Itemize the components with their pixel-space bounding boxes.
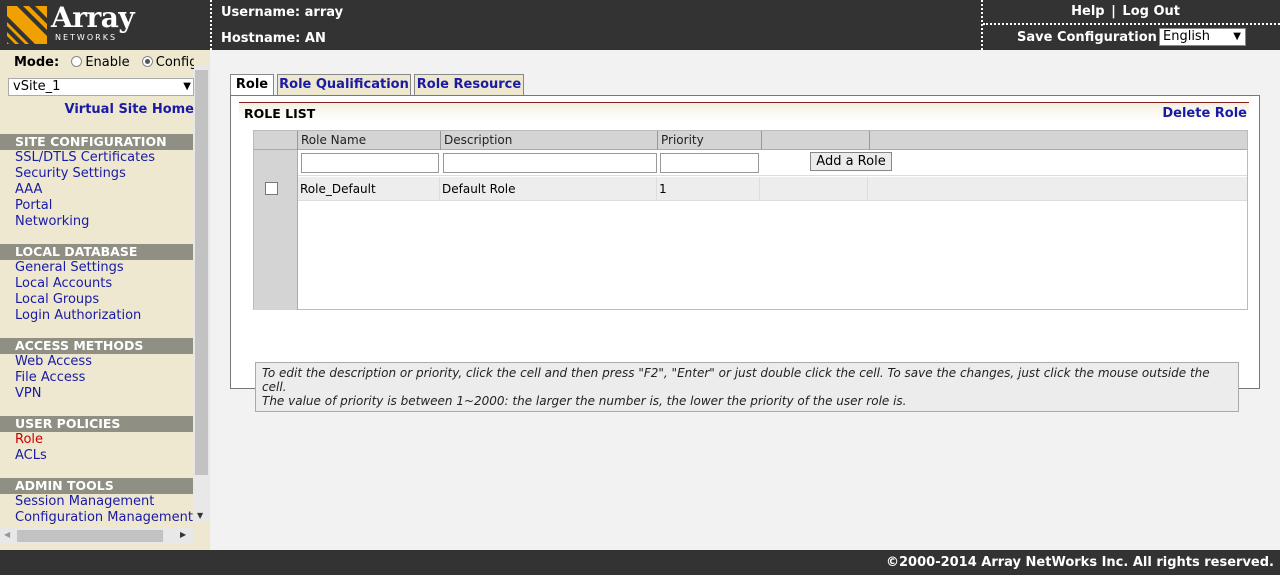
table-row[interactable]: Role_Default Default Role 1	[298, 177, 1247, 201]
footer: ©2000-2014 Array NetWorks Inc. All right…	[0, 550, 1280, 575]
role-panel: ROLE LIST Delete Role Role Name Descript…	[230, 95, 1260, 412]
nav-item-session-management[interactable]: Session Management	[0, 494, 193, 510]
tab-role[interactable]: Role	[230, 74, 274, 96]
help-note-line: To edit the description or priority, cli…	[262, 366, 1210, 394]
role-grid: Role Name Description Priority Add a Rol…	[253, 130, 1248, 310]
logo-wordmark: Array	[51, 1, 135, 34]
virtual-site-home-link[interactable]: Virtual Site Home	[65, 102, 194, 117]
nav-item-configuration-management[interactable]: Configuration Management	[0, 510, 193, 526]
row-checkbox[interactable]	[265, 182, 278, 195]
new-role-row: Add a Role	[298, 150, 1247, 176]
new-role-description-input[interactable]	[443, 153, 657, 173]
header-divider-left	[210, 0, 212, 50]
username-label: Username: array	[221, 5, 344, 20]
nav-section-title: SITE CONFIGURATION	[0, 134, 193, 150]
header-links-separator: |	[1111, 4, 1116, 19]
nav-section-title: USER POLICIES	[0, 416, 193, 432]
grid-header: Role Name Description Priority	[254, 131, 1247, 150]
help-note: To edit the description or priority, cli…	[255, 362, 1239, 412]
logo-subtitle: NETWORKS	[55, 33, 118, 42]
column-header-role-name[interactable]: Role Name	[298, 131, 441, 150]
dropdown-arrow-icon: ▼	[183, 81, 191, 92]
scroll-left-arrow-icon[interactable]: ◀	[4, 530, 10, 539]
mode-enable-radio[interactable]	[71, 56, 83, 67]
header-divider-horizontal	[983, 23, 1280, 25]
nav-section-access-methods: ACCESS METHODS Web Access File Access VP…	[0, 338, 193, 402]
nav-item-general-settings[interactable]: General Settings	[0, 260, 193, 276]
nav-item-acls[interactable]: ACLs	[0, 448, 193, 464]
hostname-label: Hostname: AN	[221, 31, 326, 46]
column-header-description[interactable]: Description	[441, 131, 658, 150]
save-configuration-link[interactable]: Save Configuration |	[1017, 30, 1166, 45]
virtual-site-select-value: vSite_1	[13, 79, 61, 94]
grid-header-gutter	[254, 131, 298, 150]
role-list-title: ROLE LIST	[244, 106, 316, 121]
cell-description[interactable]: Default Role	[440, 177, 657, 201]
nav-item-web-access[interactable]: Web Access	[0, 354, 193, 370]
nav-item-portal[interactable]: Portal	[0, 198, 193, 214]
add-role-button[interactable]: Add a Role	[810, 152, 892, 171]
mode-enable-label: Enable	[85, 55, 130, 70]
cell-actions	[760, 177, 868, 201]
nav-item-login-authorization[interactable]: Login Authorization	[0, 308, 193, 324]
cell-priority[interactable]: 1	[657, 177, 760, 201]
nav-item-file-access[interactable]: File Access	[0, 370, 193, 386]
scrollbar-thumb[interactable]	[195, 70, 208, 475]
logo-stripes-icon	[7, 6, 47, 44]
mode-config-label: Config	[155, 55, 194, 70]
cell-role-name[interactable]: Role_Default	[298, 177, 440, 201]
help-link[interactable]: Help	[1071, 4, 1104, 19]
tab-role-qualification[interactable]: Role Qualification	[277, 74, 411, 95]
header-links: Help | Log Out	[1071, 4, 1180, 19]
nav-section-title: ACCESS METHODS	[0, 338, 193, 354]
help-note-line: The value of priority is between 1~2000:…	[262, 394, 907, 408]
new-role-name-input[interactable]	[301, 153, 439, 173]
column-header-priority[interactable]: Priority	[658, 131, 762, 150]
array-networks-logo: Array NETWORKS	[7, 1, 147, 44]
nav-item-security-settings[interactable]: Security Settings	[0, 166, 193, 182]
nav-section-site-configuration: SITE CONFIGURATION SSL/DTLS Certificates…	[0, 134, 193, 230]
nav-item-networking[interactable]: Networking	[0, 214, 193, 230]
top-header: Array NETWORKS Username: array Hostname:…	[0, 0, 1280, 50]
nav-item-local-groups[interactable]: Local Groups	[0, 292, 193, 308]
nav-item-local-accounts[interactable]: Local Accounts	[0, 276, 193, 292]
nav-section-title: ADMIN TOOLS	[0, 478, 193, 494]
nav-item-role[interactable]: Role	[0, 432, 193, 448]
tab-role-resource[interactable]: Role Resource	[414, 74, 524, 95]
header-divider-right	[981, 0, 983, 50]
delete-role-link[interactable]: Delete Role	[1162, 106, 1247, 121]
sidebar-vertical-scrollbar[interactable]: ▼	[194, 66, 209, 522]
language-select-value: English	[1163, 29, 1210, 44]
scrollbar-thumb[interactable]	[17, 530, 163, 542]
nav-item-vpn[interactable]: VPN	[0, 386, 193, 402]
role-list-header: ROLE LIST Delete Role	[239, 102, 1249, 121]
main-content: Role Role Qualification Role Resource RO…	[210, 50, 1280, 550]
dropdown-arrow-icon: ▼	[1233, 31, 1241, 42]
column-header-actions	[762, 131, 870, 150]
mode-selector: Mode: Enable Config	[14, 55, 194, 70]
mode-label: Mode:	[14, 55, 60, 70]
sidebar-horizontal-scrollbar[interactable]: ◀ ▶	[0, 528, 194, 544]
nav-section-admin-tools: ADMIN TOOLS Session Management Configura…	[0, 478, 193, 526]
nav-section-title: LOCAL DATABASE	[0, 244, 193, 260]
scroll-right-arrow-icon[interactable]: ▶	[180, 530, 186, 539]
nav-section-local-database: LOCAL DATABASE General Settings Local Ac…	[0, 244, 193, 324]
grid-row-gutter	[254, 150, 298, 310]
copyright-text: ©2000-2014 Array NetWorks Inc. All right…	[886, 555, 1274, 570]
virtual-site-select[interactable]: vSite_1 ▼	[8, 78, 194, 96]
sidebar: Mode: Enable Config vSite_1 ▼ Virtual Si…	[0, 50, 210, 550]
nav-item-ssl-dtls-certificates[interactable]: SSL/DTLS Certificates	[0, 150, 193, 166]
mode-config-radio[interactable]	[141, 56, 153, 67]
new-role-priority-input[interactable]	[660, 153, 759, 173]
language-select[interactable]: English ▼	[1159, 28, 1246, 46]
nav-item-aaa[interactable]: AAA	[0, 182, 193, 198]
nav-section-user-policies: USER POLICIES Role ACLs	[0, 416, 193, 464]
logout-link[interactable]: Log Out	[1122, 4, 1180, 19]
scroll-down-arrow-icon[interactable]: ▼	[197, 511, 203, 520]
